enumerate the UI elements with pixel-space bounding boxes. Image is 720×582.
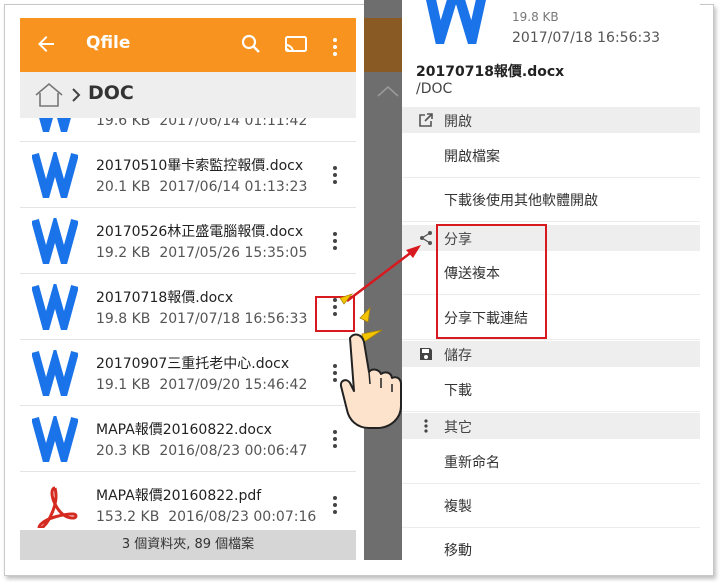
file-name: MAPA報價20160822.pdf bbox=[96, 488, 262, 504]
section-header: 其它 bbox=[402, 413, 700, 439]
file-meta: 19.6 KB 2017/06/14 01:11:42 bbox=[96, 118, 307, 129]
file-size: 153.2 KB bbox=[96, 509, 160, 525]
file-size: 19.6 KB bbox=[96, 118, 151, 129]
word-icon bbox=[31, 213, 79, 275]
action-sheet-screen: 19.8 KB 2017/07/18 16:56:33 20170718報價.d… bbox=[364, 0, 700, 560]
file-name: 20170510畢卡索監控報價.docx bbox=[96, 158, 304, 174]
file-row[interactable]: 20170510畢卡索監控報價.docx 20.1 KB 2017/06/14 0… bbox=[20, 142, 356, 209]
sheet-file-date: 2017/07/18 16:56:33 bbox=[512, 30, 661, 46]
pdf-icon bbox=[32, 482, 78, 530]
file-name: 20170718報價.docx bbox=[96, 290, 234, 306]
action-label: 下載後使用其他軟體開啟 bbox=[444, 193, 598, 209]
action-label: 傳送複本 bbox=[444, 266, 500, 282]
sheet-action-item[interactable]: 傳送複本 bbox=[402, 251, 700, 295]
sheet-action-item[interactable]: 移動 bbox=[402, 528, 700, 560]
file-row[interactable]: 20170907三重托老中心.docx 19.1 KB 2017/09/20 15… bbox=[20, 340, 356, 407]
file-more-button[interactable] bbox=[328, 164, 342, 186]
action-label: 開啟檔案 bbox=[444, 149, 500, 165]
cast-icon[interactable] bbox=[283, 32, 309, 56]
section-header: 開啟 bbox=[402, 107, 700, 133]
file-meta: 20.1 KB 2017/06/14 01:13:23 bbox=[96, 179, 307, 195]
app-title: Qfile bbox=[86, 33, 131, 53]
word-icon bbox=[31, 147, 79, 209]
word-icon bbox=[31, 345, 79, 407]
file-size: 19.1 KB bbox=[96, 377, 151, 393]
breadcrumb: DOC bbox=[20, 72, 356, 118]
sheet-action-item[interactable]: 下載後使用其他軟體開啟 bbox=[402, 178, 700, 222]
chevron-right-icon bbox=[72, 88, 81, 102]
sheet-action-item[interactable]: 重新命名 bbox=[402, 440, 700, 484]
file-date: 2016/08/23 00:06:47 bbox=[159, 443, 308, 459]
file-more-button[interactable] bbox=[328, 230, 342, 252]
sheet-action-item[interactable]: 複製 bbox=[402, 484, 700, 528]
file-row[interactable]: 20170526林正盛電腦報價.docx 19.2 KB 2017/05/26 1… bbox=[20, 208, 356, 275]
app-bar: Qfile bbox=[20, 18, 356, 72]
file-more-button[interactable] bbox=[328, 118, 342, 120]
file-name: MAPA報價20160822.docx bbox=[96, 422, 272, 438]
action-label: 移動 bbox=[444, 543, 472, 559]
file-date: 2017/05/26 15:35:05 bbox=[159, 245, 308, 261]
sheet-file-name: 20170718報價.docx bbox=[416, 64, 565, 80]
section-header: 分享 bbox=[402, 225, 700, 251]
file-row[interactable]: MAPA報價20160822.pdf 153.2 KB 2016/08/23 00… bbox=[20, 472, 356, 530]
file-meta: 19.2 KB 2017/05/26 15:35:05 bbox=[96, 245, 307, 261]
file-browser-screen: Qfile DOC 19.6 KB 2017/06/14 01:11:42 201… bbox=[20, 18, 356, 560]
file-size: 19.2 KB bbox=[96, 245, 151, 261]
word-icon bbox=[31, 279, 79, 341]
back-arrow-icon[interactable] bbox=[34, 32, 58, 56]
file-meta: 19.1 KB 2017/09/20 15:46:42 bbox=[96, 377, 307, 393]
sheet-file-size: 19.8 KB bbox=[512, 10, 559, 24]
file-size: 20.1 KB bbox=[96, 179, 151, 195]
file-date: 2016/08/23 00:07:16 bbox=[168, 509, 317, 525]
file-more-button[interactable] bbox=[328, 428, 342, 450]
file-list: 19.6 KB 2017/06/14 01:11:42 20170510畢卡索監控… bbox=[20, 118, 356, 530]
open-external-icon bbox=[418, 112, 434, 128]
action-label: 下載 bbox=[444, 383, 472, 399]
breadcrumb-current-folder[interactable]: DOC bbox=[88, 82, 134, 104]
file-size: 19.8 KB bbox=[96, 311, 151, 327]
file-date: 2017/06/14 01:11:42 bbox=[159, 118, 308, 129]
home-icon[interactable] bbox=[34, 82, 64, 108]
file-more-button[interactable] bbox=[328, 494, 342, 516]
more-vert-icon bbox=[418, 418, 434, 434]
sheet-action-item[interactable]: 下載 bbox=[402, 368, 700, 412]
word-icon bbox=[32, 118, 78, 143]
section-title: 儲存 bbox=[444, 348, 472, 364]
file-more-button[interactable] bbox=[328, 362, 342, 384]
file-meta: 153.2 KB 2016/08/23 00:07:16 bbox=[96, 509, 316, 525]
file-date: 2017/06/14 01:13:23 bbox=[159, 179, 308, 195]
file-name: 20170526林正盛電腦報價.docx bbox=[96, 224, 304, 240]
section-header: 儲存 bbox=[402, 341, 700, 367]
file-more-button[interactable] bbox=[328, 296, 342, 318]
file-action-sheet: 19.8 KB 2017/07/18 16:56:33 20170718報價.d… bbox=[402, 0, 700, 560]
file-date: 2017/07/18 16:56:33 bbox=[159, 311, 308, 327]
word-icon bbox=[426, 0, 486, 44]
sheet-action-item[interactable]: 開啟檔案 bbox=[402, 134, 700, 178]
action-label: 重新命名 bbox=[444, 455, 500, 471]
search-icon[interactable] bbox=[239, 32, 263, 56]
action-label: 複製 bbox=[444, 499, 472, 515]
file-name: 20170907三重托老中心.docx bbox=[96, 356, 290, 372]
sheet-file-path: /DOC bbox=[416, 81, 453, 97]
file-date: 2017/09/20 15:46:42 bbox=[159, 377, 308, 393]
section-title: 其它 bbox=[444, 420, 472, 436]
file-row[interactable]: 19.6 KB 2017/06/14 01:11:42 bbox=[20, 118, 356, 143]
section-title: 分享 bbox=[444, 232, 472, 248]
save-icon bbox=[418, 346, 434, 362]
word-icon bbox=[31, 411, 79, 473]
file-meta: 20.3 KB 2016/08/23 00:06:47 bbox=[96, 443, 307, 459]
action-label: 分享下載連結 bbox=[444, 311, 528, 327]
file-row[interactable]: MAPA報價20160822.docx 20.3 KB 2016/08/23 00… bbox=[20, 406, 356, 473]
file-row[interactable]: 20170718報價.docx 19.8 KB 2017/07/18 16:56:… bbox=[20, 274, 356, 341]
section-title: 開啟 bbox=[444, 114, 472, 130]
dimmed-background[interactable] bbox=[364, 0, 404, 560]
folder-summary: 3 個資料夾, 89 個檔案 bbox=[20, 530, 356, 560]
share-icon bbox=[418, 230, 434, 246]
sheet-action-item[interactable]: 分享下載連結 bbox=[402, 296, 700, 340]
overflow-menu-icon[interactable] bbox=[330, 36, 340, 60]
file-meta: 19.8 KB 2017/07/18 16:56:33 bbox=[96, 311, 307, 327]
file-size: 20.3 KB bbox=[96, 443, 151, 459]
